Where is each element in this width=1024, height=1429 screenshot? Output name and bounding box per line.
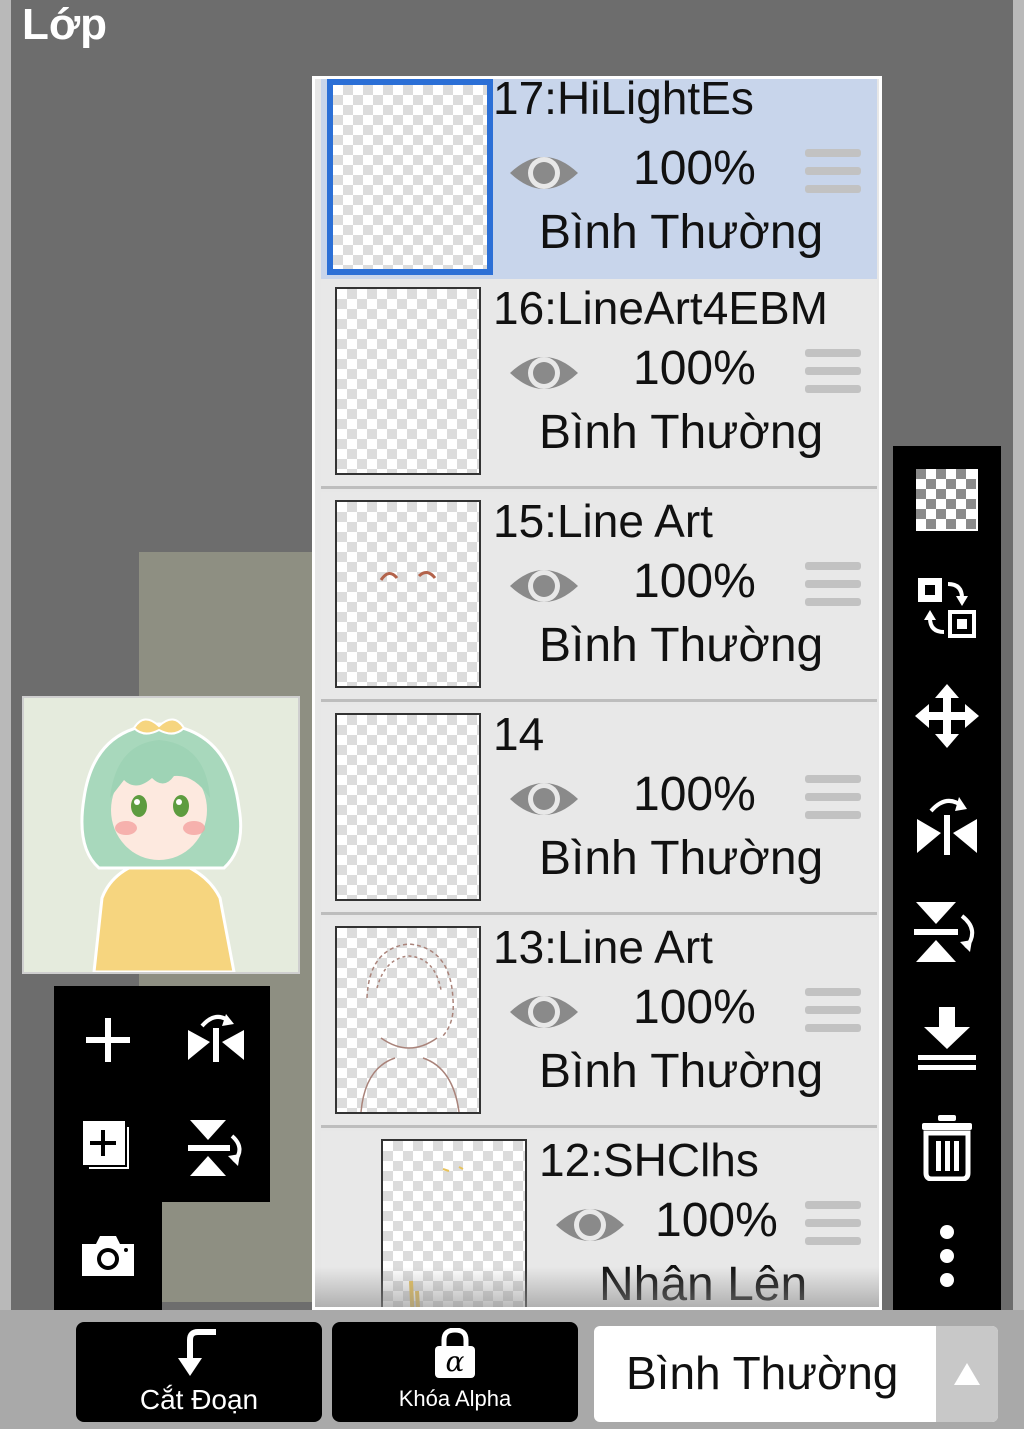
layer-row[interactable]: 14 100% Bình Thường bbox=[321, 705, 877, 915]
drag-handle-icon[interactable] bbox=[805, 1201, 861, 1247]
alpha-symbol: α bbox=[445, 1345, 465, 1378]
layer-opacity[interactable]: 100% bbox=[633, 980, 756, 1035]
chevron-up-icon bbox=[954, 1363, 980, 1385]
visibility-eye-icon[interactable] bbox=[553, 1199, 627, 1251]
add-layer-icon bbox=[86, 1018, 130, 1062]
clipping-arrow-icon bbox=[178, 1329, 216, 1376]
flip-horizontal-icon bbox=[188, 1014, 244, 1062]
delete-layer-button[interactable] bbox=[893, 1094, 1001, 1202]
layer-name: 17:HiLightEs bbox=[493, 76, 754, 124]
more-options-button[interactable] bbox=[893, 1202, 1001, 1310]
layer-opacity[interactable]: 100% bbox=[633, 554, 756, 609]
layer-opacity[interactable]: 100% bbox=[655, 1193, 778, 1248]
layer-name: 14 bbox=[493, 708, 545, 760]
layer-list[interactable]: 17:HiLightEs 100% Bình Thường 16:LineArt… bbox=[312, 76, 882, 1310]
layer-opacity[interactable]: 100% bbox=[633, 341, 756, 396]
visibility-eye-icon[interactable] bbox=[507, 773, 581, 825]
clipping-button[interactable]: Cắt Đoạn bbox=[76, 1322, 322, 1422]
alpha-lock-icon: α bbox=[432, 1328, 478, 1380]
left-frame bbox=[0, 0, 11, 1429]
layer-thumbnail bbox=[335, 926, 481, 1114]
blend-mode-select[interactable]: Bình Thường bbox=[594, 1326, 998, 1422]
add-layer-button[interactable] bbox=[54, 986, 162, 1094]
canvas-preview[interactable] bbox=[22, 696, 300, 974]
more-icon bbox=[940, 1225, 954, 1287]
layer-row[interactable]: 13:Line Art 100% Bình Thường bbox=[321, 918, 877, 1128]
layer-name: 12:SHClhs bbox=[539, 1134, 759, 1186]
trash-icon bbox=[922, 1115, 972, 1181]
layer-opacity[interactable]: 100% bbox=[633, 141, 756, 196]
swap-layers-button[interactable] bbox=[893, 554, 1001, 662]
clipping-label: Cắt Đoạn bbox=[139, 1384, 259, 1415]
drag-handle-icon[interactable] bbox=[805, 562, 861, 608]
layer-thumbnail bbox=[335, 713, 481, 901]
right-toolbar bbox=[893, 446, 1001, 1310]
layer-name: 13:Line Art bbox=[493, 921, 713, 973]
alpha-lock-button[interactable]: α Khóa Alpha bbox=[332, 1322, 578, 1422]
dropdown-button[interactable] bbox=[936, 1326, 998, 1422]
flip-horizontal-button[interactable] bbox=[893, 770, 1001, 878]
add-copy-layer-icon bbox=[81, 1119, 131, 1171]
flip-vertical-icon bbox=[914, 902, 974, 962]
transparency-icon bbox=[916, 469, 978, 531]
layer-blend-mode: Bình Thường bbox=[539, 406, 824, 459]
layer-row[interactable]: 16:LineArt4EBM 100% Bình Thường bbox=[321, 279, 877, 489]
layer-blend-mode: Bình Thường bbox=[539, 832, 824, 885]
transparency-button[interactable] bbox=[893, 446, 1001, 554]
blend-mode-value: Bình Thường bbox=[626, 1347, 899, 1399]
swap-layers-icon bbox=[918, 578, 976, 638]
character-artwork bbox=[24, 698, 298, 972]
layer-name: 16:LineArt4EBM bbox=[493, 282, 828, 334]
visibility-eye-icon[interactable] bbox=[507, 560, 581, 612]
layer-opacity[interactable]: 100% bbox=[633, 767, 756, 822]
merge-down-button[interactable] bbox=[893, 986, 1001, 1094]
scroll-fade bbox=[315, 1267, 879, 1307]
flip-vertical-button[interactable] bbox=[162, 1094, 270, 1202]
flip-horizontal-icon bbox=[917, 797, 977, 855]
flip-vertical-button[interactable] bbox=[893, 878, 1001, 986]
drag-handle-icon[interactable] bbox=[805, 349, 861, 395]
layer-row[interactable]: 17:HiLightEs 100% Bình Thường bbox=[321, 79, 877, 289]
drag-handle-icon[interactable] bbox=[805, 775, 861, 821]
thumbnail-sketch bbox=[379, 571, 437, 581]
right-frame bbox=[1013, 0, 1024, 1429]
page-title: Lớp bbox=[22, 0, 108, 49]
layer-row[interactable]: 15:Line Art 100% Bình Thường bbox=[321, 492, 877, 702]
visibility-eye-icon[interactable] bbox=[507, 986, 581, 1038]
merge-down-icon bbox=[918, 1007, 976, 1070]
visibility-eye-icon[interactable] bbox=[507, 347, 581, 399]
layer-thumbnail bbox=[335, 500, 481, 688]
layer-blend-mode: Bình Thường bbox=[539, 619, 824, 672]
flip-horizontal-button[interactable] bbox=[162, 986, 270, 1094]
move-button[interactable] bbox=[893, 662, 1001, 770]
drag-handle-icon[interactable] bbox=[805, 149, 861, 195]
layer-thumbnail bbox=[327, 79, 493, 275]
flip-vertical-icon bbox=[188, 1120, 242, 1176]
duplicate-layer-button[interactable] bbox=[54, 1094, 162, 1202]
drag-handle-icon[interactable] bbox=[805, 988, 861, 1034]
layer-blend-mode: Bình Thường bbox=[539, 1045, 824, 1098]
layer-blend-mode: Bình Thường bbox=[539, 206, 824, 259]
alpha-lock-label: Khóa Alpha bbox=[398, 1386, 512, 1411]
layer-thumbnail bbox=[335, 287, 481, 475]
move-icon bbox=[915, 684, 979, 748]
layer-name: 15:Line Art bbox=[493, 495, 713, 547]
thumbnail-sketch bbox=[360, 943, 460, 1113]
visibility-eye-icon[interactable] bbox=[507, 147, 581, 199]
camera-button[interactable] bbox=[54, 1202, 162, 1310]
camera-icon bbox=[82, 1236, 134, 1276]
